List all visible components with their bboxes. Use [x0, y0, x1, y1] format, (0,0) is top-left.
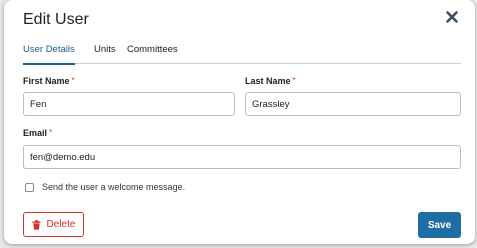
email-input[interactable] [23, 145, 461, 169]
first-name-label-text: First Name [23, 76, 70, 86]
edit-user-dialog: Edit User User Details Units Committees … [4, 0, 475, 244]
close-icon[interactable] [444, 9, 460, 25]
email-label-text: Email [23, 128, 48, 138]
trash-icon [32, 219, 41, 230]
email-label: Email * [23, 128, 52, 138]
required-marker: * [292, 76, 296, 85]
last-name-input[interactable] [245, 92, 461, 116]
required-marker: * [49, 128, 53, 137]
delete-button[interactable]: Delete [23, 212, 84, 237]
welcome-checkbox[interactable] [25, 183, 34, 192]
tab-committees[interactable]: Committees [127, 44, 178, 64]
last-name-label: Last Name * [245, 76, 296, 86]
dialog-title: Edit User [23, 11, 89, 28]
save-button[interactable]: Save [418, 212, 461, 238]
first-name-label: First Name * [23, 76, 75, 86]
welcome-checkbox-label[interactable]: Send the user a welcome message. [42, 182, 185, 192]
delete-button-label: Delete [46, 219, 76, 230]
tab-bar: User Details Units Committees [23, 44, 461, 65]
tab-user-details[interactable]: User Details [23, 44, 75, 65]
tab-units[interactable]: Units [94, 44, 116, 64]
required-marker: * [71, 76, 75, 85]
last-name-label-text: Last Name [245, 76, 291, 86]
first-name-input[interactable] [23, 92, 235, 116]
